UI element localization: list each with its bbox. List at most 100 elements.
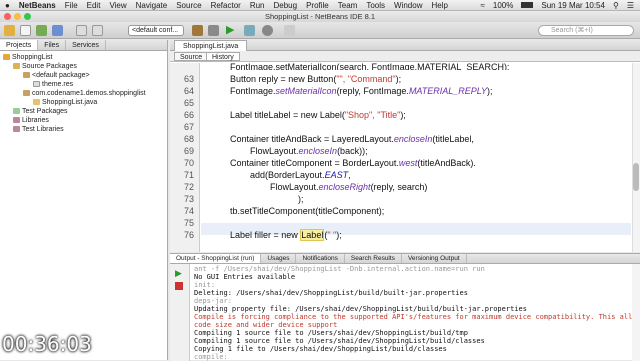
profile-icon[interactable] (262, 25, 273, 36)
debug-icon[interactable] (244, 25, 255, 36)
tab-versioning-output[interactable]: Versioning Output (402, 254, 467, 263)
editor-toolbar: Source History (170, 51, 640, 62)
window-title: ShoppingList - NetBeans IDE 8.1 (264, 12, 376, 21)
new-project-icon[interactable] (4, 25, 15, 36)
run-icon[interactable]: ▶ (226, 25, 237, 36)
output-line: Compiling 1 source file to /Users/shai/d… (194, 337, 485, 345)
tab-output[interactable]: Output - ShoppingList (run) (170, 254, 262, 263)
output-line: code size and wider device support (194, 321, 338, 329)
memory-icon[interactable] (284, 25, 295, 36)
output-line: Compile is forcing compliance to the sup… (194, 313, 640, 321)
code-line[interactable]: FlowLayout.encloseRight(reply, search) (270, 182, 427, 192)
editor-scrollbar[interactable] (632, 63, 640, 252)
video-timestamp: 00:36:03 (2, 332, 92, 356)
line-number: 73 (183, 194, 194, 204)
editor-tabs: ShoppingList.java (170, 40, 640, 51)
projects-panel: Projects Files Services ShoppingList Sou… (0, 40, 168, 360)
output-line: init: (194, 281, 216, 289)
code-line[interactable]: Label titleLabel = new Label("Shop", "Ti… (230, 110, 406, 120)
code-line[interactable]: Container titleAndBack = LayeredLayout.e… (230, 134, 474, 144)
history-button[interactable]: History (206, 52, 240, 61)
build-icon[interactable] (192, 25, 203, 36)
undo-icon[interactable] (76, 25, 87, 36)
line-number: 66 (183, 110, 194, 120)
menu-help[interactable]: Help (431, 1, 447, 10)
search-icon[interactable]: ⚲ (613, 1, 619, 10)
list-icon[interactable]: ☰ (627, 1, 634, 10)
line-number: 69 (183, 146, 194, 156)
code-line[interactable]: tb.setTitleComponent(titleComponent); (230, 206, 384, 216)
code-line[interactable]: ); (298, 194, 304, 204)
menu-run[interactable]: Run (250, 1, 265, 10)
rerun-icon[interactable]: ▶ (175, 268, 182, 279)
tab-notifications[interactable]: Notifications (296, 254, 345, 263)
menu-navigate[interactable]: Navigate (136, 1, 168, 10)
code-line[interactable]: FontImage.setMaterialIcon(reply, FontIma… (230, 86, 492, 96)
code-line[interactable]: FlowLayout.encloseIn(back)); (250, 146, 368, 156)
line-number: 75 (183, 218, 194, 228)
line-number: 72 (183, 182, 194, 192)
code-line[interactable]: Label filler = new Label(" "); (230, 229, 342, 241)
main-toolbar: <default conf... ▶ Search (⌘+I) (0, 22, 640, 39)
tree-item-theme-res[interactable]: theme.res (33, 80, 73, 89)
clean-build-icon[interactable] (208, 25, 219, 36)
menu-debug[interactable]: Debug (274, 1, 298, 10)
menu-file[interactable]: File (65, 1, 78, 10)
new-file-icon[interactable] (20, 25, 31, 36)
save-all-icon[interactable] (52, 25, 63, 36)
tab-search-results[interactable]: Search Results (345, 254, 402, 263)
tab-projects[interactable]: Projects (0, 40, 39, 50)
tree-item-shoppinglist-package[interactable]: com.codename1.demos.shoppinglist (23, 89, 146, 98)
ide-search-input[interactable]: Search (⌘+I) (538, 25, 634, 36)
close-window-button[interactable] (4, 13, 11, 20)
code-line[interactable]: Container titleComponent = BorderLayout.… (230, 158, 476, 168)
menu-profile[interactable]: Profile (306, 1, 329, 10)
menu-window[interactable]: Window (394, 1, 422, 10)
library-icon (13, 126, 20, 132)
tab-shoppinglist-java[interactable]: ShoppingList.java (174, 40, 248, 51)
apple-icon[interactable]: ● (5, 1, 10, 10)
source-button[interactable]: Source (174, 52, 209, 61)
minimize-window-button[interactable] (14, 13, 21, 20)
open-project-icon[interactable] (36, 25, 47, 36)
tab-usages[interactable]: Usages (261, 254, 297, 263)
mac-menubar: ● NetBeans File Edit View Navigate Sourc… (0, 0, 640, 11)
code-line[interactable]: FontImage.setMaterialIcon(search, FontIm… (230, 62, 509, 70)
menu-refactor[interactable]: Refactor (211, 1, 241, 10)
menu-tools[interactable]: Tools (366, 1, 385, 10)
menu-app-netbeans[interactable]: NetBeans (19, 1, 56, 10)
battery-level[interactable]: 100% (493, 1, 513, 10)
tree-item-source-packages[interactable]: Source Packages (13, 62, 77, 71)
tab-files[interactable]: Files (38, 40, 67, 50)
tree-item-test-libraries[interactable]: Test Libraries (13, 125, 64, 134)
package-icon (23, 90, 30, 96)
package-folder-icon (13, 63, 20, 69)
output-line: ant -f /Users/shai/dev/ShoppingList -Dnb… (194, 265, 485, 273)
menu-team[interactable]: Team (338, 1, 358, 10)
line-number: 70 (183, 158, 194, 168)
tree-item-libraries[interactable]: Libraries (13, 116, 49, 125)
output-panel: Output - ShoppingList (run) Usages Notif… (170, 253, 640, 361)
editor-scroll-thumb[interactable] (633, 163, 639, 191)
output-scrollbar[interactable] (632, 264, 640, 361)
maximize-window-button[interactable] (24, 13, 31, 20)
stop-icon[interactable] (175, 282, 183, 290)
tree-item-shoppinglist-java[interactable]: ShoppingList.java (33, 98, 97, 107)
menu-source[interactable]: Source (176, 1, 201, 10)
tree-item-default-package[interactable]: <default package> (23, 71, 90, 80)
output-line: Copying 1 file to /Users/shai/dev/Shoppi… (194, 345, 447, 353)
tab-services[interactable]: Services (66, 40, 106, 50)
line-number: 71 (183, 170, 194, 180)
redo-icon[interactable] (92, 25, 103, 36)
menubar-clock[interactable]: Sun 19 Mar 10:54 (541, 1, 605, 10)
code-line[interactable]: add(BorderLayout.EAST, (250, 170, 351, 180)
menu-edit[interactable]: Edit (87, 1, 101, 10)
configuration-select[interactable]: <default conf... (128, 25, 184, 36)
menu-view[interactable]: View (109, 1, 126, 10)
code-line[interactable]: Button reply = new Button("", "Command")… (230, 74, 401, 84)
tree-item-test-packages[interactable]: Test Packages (13, 107, 68, 116)
wifi-icon[interactable]: ≈ (481, 1, 485, 10)
tree-item-project[interactable]: ShoppingList (3, 53, 52, 62)
output-tabs: Output - ShoppingList (run) Usages Notif… (170, 254, 640, 264)
package-icon (23, 72, 30, 78)
